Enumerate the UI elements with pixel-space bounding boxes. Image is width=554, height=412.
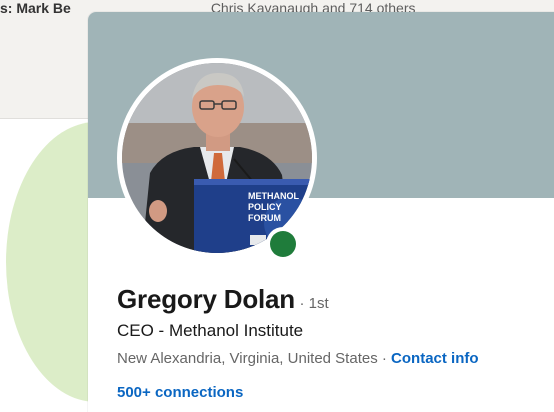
connection-degree: · 1st	[299, 295, 329, 312]
online-status-icon	[270, 231, 296, 257]
profile-hover-card: METHANOL POLICY FORUM Gregory Dolan · 1s…	[88, 12, 554, 412]
name-row: Gregory Dolan · 1st	[117, 284, 329, 315]
profile-photo-image: METHANOL POLICY FORUM	[122, 63, 312, 253]
profile-headline: CEO - Methanol Institute	[117, 321, 304, 340]
podium-sign-line-2: POLICY	[248, 202, 282, 212]
podium-sign-line-3: FORUM	[248, 213, 281, 223]
profile-location: New Alexandria, Virginia, United States …	[117, 350, 387, 367]
profile-name[interactable]: Gregory Dolan	[117, 284, 295, 314]
profile-photo[interactable]: METHANOL POLICY FORUM	[122, 63, 312, 253]
location-row: New Alexandria, Virginia, United States …	[117, 350, 479, 367]
mutual-connections-prefix: s: Mark Be	[0, 0, 71, 16]
connections-link[interactable]: 500+ connections	[117, 384, 243, 401]
podium-sign-line-1: METHANOL	[248, 191, 299, 201]
contact-info-link[interactable]: Contact info	[391, 350, 479, 367]
online-status-badge	[266, 227, 300, 261]
